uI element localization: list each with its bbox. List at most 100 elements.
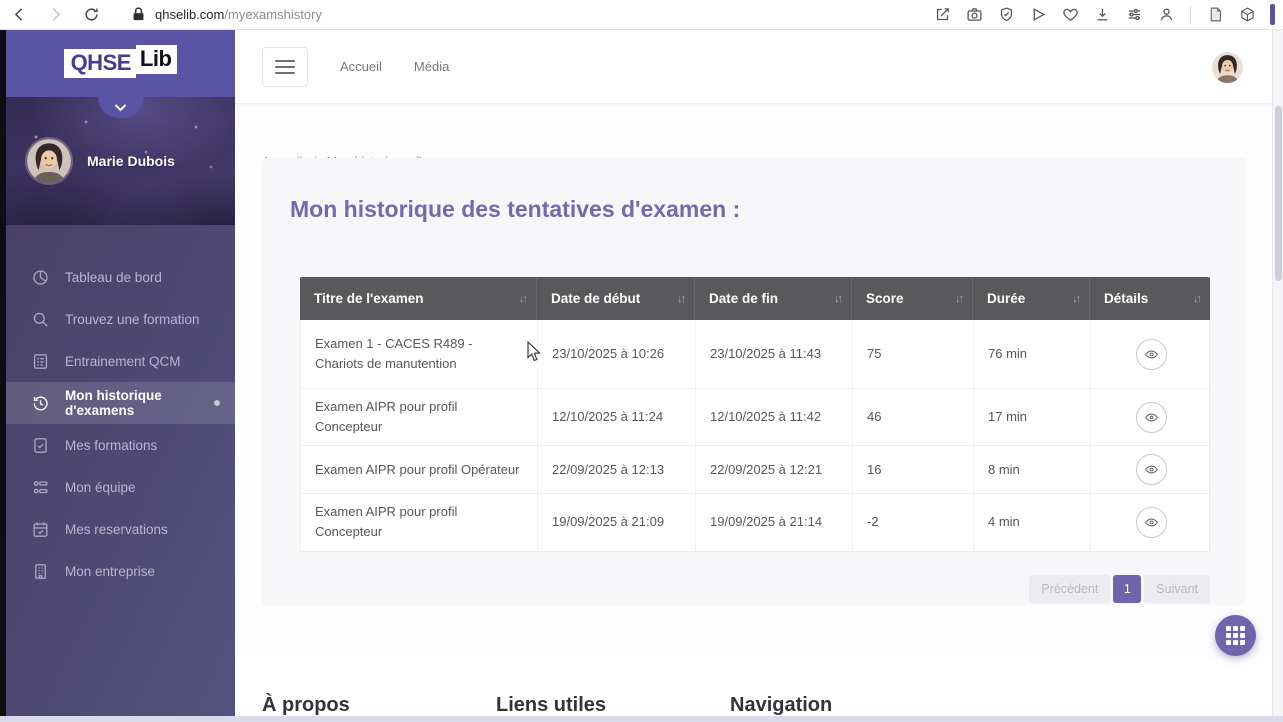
column-header-label: Date de début [551,291,640,306]
view-details-button[interactable] [1136,402,1167,433]
cell-score: -2 [853,494,974,550]
view-details-button[interactable] [1136,339,1167,370]
cell-exam-title: Examen 1 - CACES R489 - Chariots de manu… [301,320,538,388]
reload-icon[interactable] [80,4,102,26]
browser-window: qhselib.com/myexamshistory [0,0,1283,722]
document-check-icon [31,436,50,455]
footer-heading-liens-utiles: Liens utiles [496,694,730,717]
nav-link-media[interactable]: Média [414,59,449,74]
scrollbar-track[interactable] [1272,30,1283,716]
user-panel: Marie Dubois [6,97,235,225]
building-icon [31,562,50,581]
pagination-page-1-button[interactable]: 1 [1113,575,1141,603]
search-icon [31,310,50,329]
column-header-titre[interactable]: Titre de l'examen ↓↑ [300,277,537,320]
cell-duration: 8 min [974,446,1091,493]
cell-end-date: 23/10/2025 à 11:43 [696,320,853,388]
sidebar-item-label: Mon historique d'examens [65,388,217,418]
sidebar-item-mes-reservations[interactable]: Mes reservations [6,508,235,550]
column-header-date-fin[interactable]: Date de fin ↓↑ [695,277,852,320]
sidebar-item-label: Mes reservations [65,522,168,537]
sort-icon[interactable]: ↓↑ [955,293,962,305]
cell-start-date: 23/10/2025 à 10:26 [538,320,696,388]
eye-icon [1144,515,1159,530]
main-content: Accueil Média Accueil / Mon historique d… [235,30,1283,716]
sort-icon[interactable]: ↓↑ [834,293,841,305]
sidebar-item-mes-formations[interactable]: Mes formations [6,424,235,466]
collapse-profile-button[interactable] [98,97,144,118]
column-header-score[interactable]: Score ↓↑ [852,277,973,320]
sort-icon[interactable]: ↓↑ [519,293,526,305]
sidebar-item-entrainement-qcm[interactable]: Entrainement QCM [6,340,235,382]
sidebar-item-label: Mes formations [65,438,157,453]
sidebar-item-tableau-de-bord[interactable]: Tableau de bord [6,256,235,298]
cell-score: 46 [853,389,974,445]
profile-icon[interactable] [1155,4,1177,26]
table-row: Examen AIPR pour profil Concepteur 12/10… [301,389,1209,446]
table-row: Examen 1 - CACES R489 - Chariots de manu… [301,320,1209,389]
footer-heading-a-propos: À propos [262,694,496,717]
forward-icon[interactable] [44,4,66,26]
pagination-next-button[interactable]: Suivant [1144,575,1210,603]
qhselib-logo[interactable]: QHSE Lib [64,49,178,78]
exam-table: Titre de l'examen ↓↑ Date de début ↓↑ Da… [300,277,1210,552]
cell-exam-title: Examen AIPR pour profil Concepteur [301,389,538,445]
sort-icon[interactable]: ↓↑ [1193,293,1200,305]
sort-icon[interactable]: ↓↑ [677,293,684,305]
url-domain: qhselib.com [155,7,224,22]
logo-text-primary: QHSE [64,49,136,78]
eye-icon [1144,462,1159,477]
toolbar-divider [1190,6,1191,24]
sidebar-item-mon-equipe[interactable]: Mon équipe [6,466,235,508]
column-header-duree[interactable]: Durée ↓↑ [973,277,1090,320]
page-footer: À propos Liens utiles Navigation [235,658,1283,716]
table-header-row: Titre de l'examen ↓↑ Date de début ↓↑ Da… [300,277,1210,320]
navbar-avatar[interactable] [1212,52,1243,83]
column-header-label: Détails [1104,291,1148,306]
history-icon [31,394,50,413]
cell-score: 75 [853,320,974,388]
sidebar-item-mon-entreprise[interactable]: Mon entreprise [6,550,235,592]
cell-exam-title: Examen AIPR pour profil Concepteur [301,494,538,550]
download-icon[interactable] [1091,4,1113,26]
view-details-button[interactable] [1136,507,1167,538]
camera-icon[interactable] [963,4,985,26]
pagination: Précédent 1 Suivant [1029,575,1210,603]
apps-grid-button[interactable] [1215,615,1256,656]
table-row: Examen AIPR pour profil Opérateur 22/09/… [301,446,1209,494]
sidebar-item-trouvez-formation[interactable]: Trouvez une formation [6,298,235,340]
page-panel-icon[interactable] [1204,4,1226,26]
sidebar-item-label: Tableau de bord [65,270,162,285]
top-navbar: Accueil Média [235,30,1283,104]
window-frame-left [0,30,6,716]
shield-check-icon[interactable] [995,4,1017,26]
sort-icon[interactable]: ↓↑ [1072,293,1079,305]
cell-exam-title: Examen AIPR pour profil Opérateur [301,446,538,493]
menu-toggle-button[interactable] [262,47,308,87]
cell-end-date: 19/09/2025 à 21:14 [696,494,853,550]
cell-end-date: 12/10/2025 à 11:42 [696,389,853,445]
page-title: Mon historique des tentatives d'examen : [290,196,740,223]
team-icon [31,478,50,497]
back-icon[interactable] [8,4,30,26]
column-header-details[interactable]: Détails ↓↑ [1090,277,1210,320]
edit-page-icon[interactable] [931,4,953,26]
table-body: Examen 1 - CACES R489 - Chariots de manu… [300,320,1210,552]
cube-extension-icon[interactable] [1236,4,1258,26]
view-details-button[interactable] [1136,454,1167,485]
scrollbar-thumb[interactable] [1275,106,1282,281]
user-avatar[interactable] [27,139,71,183]
nav-link-accueil[interactable]: Accueil [340,59,382,74]
send-icon[interactable] [1027,4,1049,26]
heart-icon[interactable] [1059,4,1081,26]
sliders-icon[interactable] [1123,4,1145,26]
sidebar-item-mon-historique-examens[interactable]: Mon historique d'examens [6,382,235,424]
table-row: Examen AIPR pour profil Concepteur 19/09… [301,494,1209,550]
dashboard-pie-icon [31,268,50,287]
pagination-prev-button[interactable]: Précédent [1029,575,1110,603]
apps-grid-icon [1226,626,1245,645]
column-header-date-debut[interactable]: Date de début ↓↑ [537,277,695,320]
cell-score: 16 [853,446,974,493]
url-path: /myexamshistory [224,7,322,22]
address-bar[interactable]: qhselib.com/myexamshistory [155,7,322,22]
